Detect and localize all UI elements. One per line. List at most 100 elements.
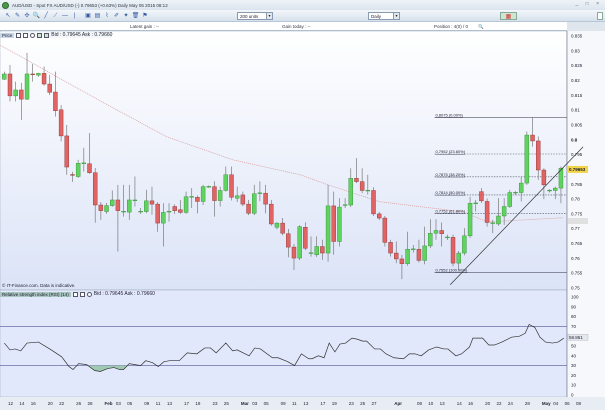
candle-body[interactable]	[269, 203, 274, 225]
window-icon[interactable]	[79, 291, 85, 297]
candle-body[interactable]	[445, 236, 450, 239]
candle-body[interactable]	[501, 206, 507, 217]
candle-body[interactable]	[87, 163, 92, 173]
candle-body[interactable]	[19, 89, 24, 100]
candle-body[interactable]	[337, 206, 342, 242]
candle-body[interactable]	[200, 186, 206, 202]
candle-body[interactable]	[121, 211, 126, 213]
candle-body[interactable]	[36, 73, 41, 76]
candle-body[interactable]	[513, 192, 518, 194]
candle-body[interactable]	[24, 73, 30, 100]
candle-body[interactable]	[547, 189, 552, 192]
candle-body[interactable]	[206, 186, 211, 188]
candle-body[interactable]	[467, 203, 473, 237]
candle-body[interactable]	[473, 202, 478, 204]
candle-body[interactable]	[450, 237, 456, 264]
edit-icon[interactable]	[16, 32, 22, 38]
candle-body[interactable]	[172, 206, 177, 211]
candle-body[interactable]	[433, 230, 439, 234]
candle-body[interactable]	[178, 209, 183, 213]
candle-body[interactable]	[484, 201, 490, 223]
candle-body[interactable]	[394, 252, 399, 260]
candle-body[interactable]	[507, 192, 513, 207]
candle-body[interactable]	[371, 190, 376, 215]
candle-body[interactable]	[47, 83, 52, 93]
candle-body[interactable]	[342, 204, 348, 206]
candle-body[interactable]	[30, 73, 35, 75]
candle-body[interactable]	[286, 233, 291, 248]
candle-body[interactable]	[195, 197, 200, 202]
candle-body[interactable]	[166, 211, 172, 213]
zoom-in-icon[interactable]	[44, 32, 50, 38]
candle-body[interactable]	[291, 246, 297, 259]
candle-body[interactable]	[536, 140, 541, 171]
chart-area[interactable]: 0.835 0.83 0.825 0.82 0.815 0.81 0.805 0.8 0.795…	[0, 0, 605, 410]
candle-body[interactable]	[518, 182, 524, 193]
settings-icon[interactable]	[86, 291, 92, 297]
candle-body[interactable]	[388, 242, 393, 254]
window-icon[interactable]	[23, 32, 29, 38]
candle-body[interactable]	[149, 200, 155, 205]
candle-body[interactable]	[314, 246, 319, 256]
candle-body[interactable]	[127, 199, 132, 213]
candle-body[interactable]	[382, 217, 388, 243]
candle-body[interactable]	[496, 215, 501, 225]
candle-body[interactable]	[81, 162, 87, 164]
candle-body[interactable]	[240, 194, 246, 205]
candle-body[interactable]	[308, 252, 314, 254]
candle-body[interactable]	[376, 213, 382, 219]
candle-body[interactable]	[541, 169, 547, 186]
candle-body[interactable]	[553, 187, 558, 191]
candle-body[interactable]	[7, 73, 13, 97]
candle-body[interactable]	[490, 222, 495, 224]
candle-body[interactable]	[189, 196, 194, 198]
candle-body[interactable]	[41, 73, 47, 85]
candle-body[interactable]	[456, 252, 461, 264]
candle-body[interactable]	[161, 212, 166, 224]
candle-body[interactable]	[144, 200, 149, 212]
candle-body[interactable]	[530, 134, 535, 142]
candle-body[interactable]	[13, 89, 18, 97]
candle-body[interactable]	[274, 222, 280, 228]
candle-body[interactable]	[422, 245, 427, 261]
candle-body[interactable]	[263, 192, 268, 205]
candle-body[interactable]	[223, 174, 229, 191]
zoom-out-icon[interactable]	[37, 32, 43, 38]
candle-body[interactable]	[303, 227, 308, 249]
candle-body[interactable]	[229, 174, 234, 198]
candle-body[interactable]	[365, 189, 371, 192]
candle-body[interactable]	[479, 191, 484, 202]
candle-body[interactable]	[331, 205, 336, 242]
candle-body[interactable]	[348, 178, 353, 206]
candle-body[interactable]	[155, 203, 160, 224]
candle-body[interactable]	[462, 235, 467, 254]
candle-body[interactable]	[64, 135, 69, 168]
candle-body[interactable]	[439, 230, 444, 234]
candle-body[interactable]	[325, 205, 331, 254]
candle-body[interactable]	[320, 246, 325, 254]
candle-body[interactable]	[359, 181, 365, 191]
candle-body[interactable]	[257, 192, 263, 194]
candle-body[interactable]	[234, 195, 240, 199]
candle-body[interactable]	[183, 196, 189, 213]
candle-body[interactable]	[92, 172, 98, 206]
candle-body[interactable]	[104, 205, 109, 212]
candle-body[interactable]	[70, 174, 75, 176]
candle-body[interactable]	[416, 248, 422, 261]
candle-body[interactable]	[428, 232, 433, 247]
candle-body[interactable]	[138, 211, 143, 213]
candle-body[interactable]	[53, 91, 58, 111]
candle-body[interactable]	[115, 199, 121, 211]
edit-icon[interactable]	[72, 291, 78, 297]
candle-body[interactable]	[98, 204, 104, 211]
candle-body[interactable]	[212, 186, 217, 201]
candle-body[interactable]	[405, 248, 410, 264]
candle-body[interactable]	[2, 73, 7, 80]
settings-icon[interactable]	[30, 32, 36, 38]
candle-body[interactable]	[524, 134, 530, 184]
candle-body[interactable]	[246, 203, 251, 214]
candle-body[interactable]	[252, 193, 257, 214]
candle-body[interactable]	[354, 178, 359, 182]
candle-body[interactable]	[217, 190, 223, 201]
candle-body[interactable]	[399, 258, 405, 264]
